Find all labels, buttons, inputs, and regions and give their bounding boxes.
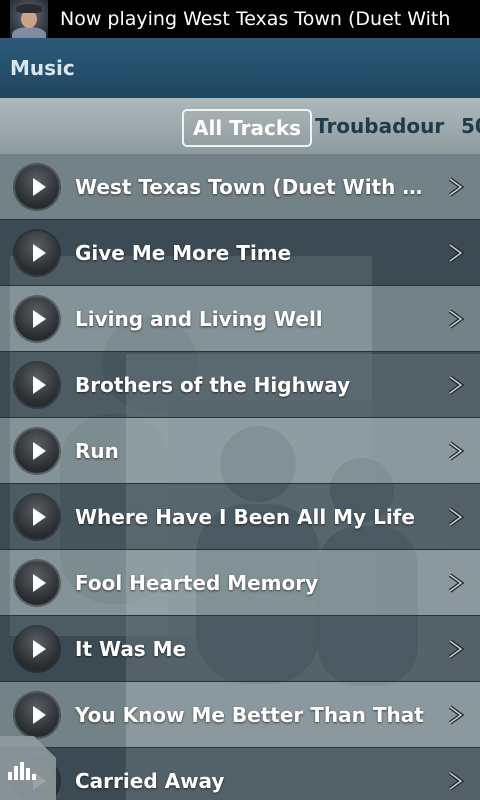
track-title: Fool Hearted Memory <box>75 571 319 595</box>
tab-strip: All Tracks Troubadour 50 <box>0 98 480 154</box>
track-title: Brothers of the Highway <box>75 373 351 397</box>
tab-all-tracks[interactable]: All Tracks <box>182 109 313 147</box>
list-item[interactable]: It Was Me <box>0 616 480 682</box>
chevron-right-icon[interactable] <box>446 770 466 792</box>
play-icon[interactable] <box>15 363 59 407</box>
notification-bar[interactable]: Now playing West Texas Town (Duet With <box>0 0 480 38</box>
now-playing-ticker: Now playing West Texas Town (Duet With <box>60 8 451 30</box>
equalizer-icon[interactable] <box>0 736 56 800</box>
chevron-right-icon[interactable] <box>446 638 466 660</box>
play-icon[interactable] <box>15 693 59 737</box>
chevron-right-icon[interactable] <box>446 176 466 198</box>
list-item[interactable]: Where Have I Been All My Life <box>0 484 480 550</box>
track-title: It Was Me <box>75 637 187 661</box>
list-item[interactable]: Carried Away <box>0 748 480 800</box>
list-item[interactable]: West Texas Town (Duet With Dean... <box>0 154 480 220</box>
album-art-thumbnail <box>10 0 48 38</box>
play-icon[interactable] <box>15 297 59 341</box>
chevron-right-icon[interactable] <box>446 704 466 726</box>
track-list[interactable]: West Texas Town (Duet With Dean... Give … <box>0 154 480 800</box>
list-item[interactable]: Run <box>0 418 480 484</box>
play-icon[interactable] <box>15 429 59 473</box>
track-title: Where Have I Been All My Life <box>75 505 415 529</box>
track-title: You Know Me Better Than That <box>75 703 424 727</box>
list-item[interactable]: You Know Me Better Than That <box>0 682 480 748</box>
list-item[interactable]: Fool Hearted Memory <box>0 550 480 616</box>
track-title: West Texas Town (Duet With Dean... <box>75 175 437 199</box>
play-icon[interactable] <box>15 627 59 671</box>
title-bar: Music <box>0 38 480 99</box>
page-title: Music <box>10 56 75 80</box>
track-title: Give Me More Time <box>75 241 292 265</box>
chevron-right-icon[interactable] <box>446 242 466 264</box>
list-item[interactable]: Brothers of the Highway <box>0 352 480 418</box>
track-title: Carried Away <box>75 769 225 793</box>
track-title: Run <box>75 439 119 463</box>
chevron-right-icon[interactable] <box>446 572 466 594</box>
chevron-right-icon[interactable] <box>446 440 466 462</box>
screen: Now playing West Texas Town (Duet With M… <box>0 0 480 800</box>
play-icon[interactable] <box>15 495 59 539</box>
chevron-right-icon[interactable] <box>446 374 466 396</box>
play-icon[interactable] <box>15 165 59 209</box>
play-icon[interactable] <box>15 231 59 275</box>
chevron-right-icon[interactable] <box>446 308 466 330</box>
list-item[interactable]: Give Me More Time <box>0 220 480 286</box>
list-item[interactable]: Living and Living Well <box>0 286 480 352</box>
tab-troubadour[interactable]: Troubadour <box>315 109 444 143</box>
tab-50[interactable]: 50 <box>461 109 480 143</box>
track-title: Living and Living Well <box>75 307 323 331</box>
play-icon[interactable] <box>15 561 59 605</box>
chevron-right-icon[interactable] <box>446 506 466 528</box>
